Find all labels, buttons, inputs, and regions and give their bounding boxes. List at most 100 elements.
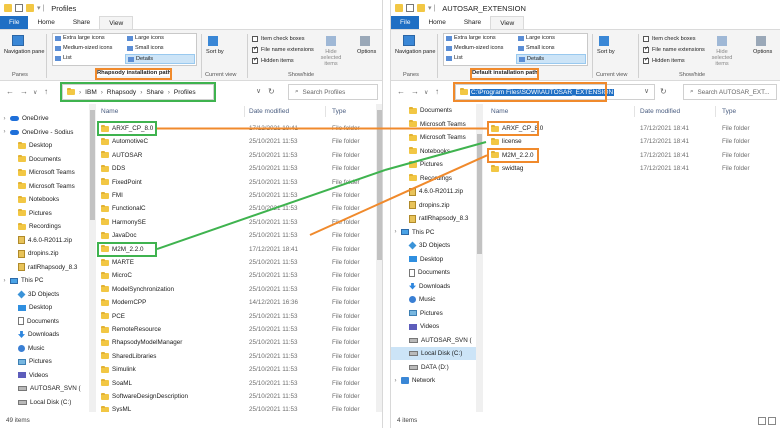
file-name[interactable]: license bbox=[491, 135, 522, 148]
layout-details[interactable]: Details bbox=[125, 54, 195, 64]
sort-by-icon[interactable] bbox=[599, 36, 609, 46]
nav-item[interactable]: › OneDrive - Sodius bbox=[0, 126, 88, 139]
nav-item[interactable]: Downloads bbox=[391, 280, 479, 293]
nav-item[interactable]: Microsoft Teams bbox=[0, 166, 88, 179]
nav-item[interactable]: Videos bbox=[391, 320, 479, 333]
layout-list[interactable]: List bbox=[55, 55, 72, 61]
tab-file[interactable]: File bbox=[0, 16, 29, 29]
nav-item[interactable]: Pictures bbox=[0, 355, 88, 368]
up-arrow-icon[interactable]: ↑ bbox=[44, 87, 48, 96]
nav-item[interactable]: dropins.zip bbox=[0, 247, 88, 260]
back-arrow-icon[interactable]: ← bbox=[397, 87, 405, 96]
large-icons-view-icon[interactable] bbox=[768, 417, 776, 425]
hidden-items-toggle[interactable]: Hidden items bbox=[252, 56, 294, 64]
layout-large-icons[interactable]: Large icons bbox=[127, 35, 164, 41]
nav-scroll-thumb[interactable] bbox=[90, 110, 95, 220]
nav-item[interactable]: Music bbox=[391, 293, 479, 306]
file-name-extensions-toggle[interactable]: File name extensions bbox=[643, 45, 705, 53]
checkbox[interactable] bbox=[643, 36, 649, 42]
file-row[interactable]: ModelSynchronization 25/10/2021 11:53 File… bbox=[97, 283, 377, 296]
file-name[interactable]: FunctionalC bbox=[101, 202, 146, 215]
refresh-icon[interactable]: ↻ bbox=[268, 87, 275, 96]
expand-chevron-icon[interactable]: › bbox=[2, 129, 7, 135]
file-name[interactable]: MARTE bbox=[101, 256, 134, 269]
nav-item[interactable]: Documents bbox=[391, 266, 479, 279]
layout-medium-icons[interactable]: Medium-sized icons bbox=[446, 45, 503, 51]
item-check-boxes-toggle[interactable]: Item check boxes bbox=[643, 36, 696, 42]
file-name[interactable]: Simulink bbox=[101, 363, 136, 376]
nav-item[interactable]: › This PC bbox=[391, 226, 479, 239]
file-name[interactable]: FixedPoint bbox=[101, 176, 142, 189]
navigation-pane-icon[interactable] bbox=[12, 35, 24, 46]
file-row[interactable]: MARTE 25/10/2021 11:53 File folder bbox=[97, 256, 377, 269]
layout-details[interactable]: Details bbox=[516, 54, 586, 64]
file-row[interactable]: RemoteResource 25/10/2021 11:53 File folde… bbox=[97, 323, 377, 336]
layout-large-icons[interactable]: Large icons bbox=[518, 35, 555, 41]
nav-item[interactable]: Microsoft Teams bbox=[391, 118, 479, 131]
nav-item[interactable]: Recordings bbox=[391, 172, 479, 185]
nav-item[interactable]: Music bbox=[0, 342, 88, 355]
file-row[interactable]: SoftwareDesignDescription 25/10/2021 11:5… bbox=[97, 390, 377, 403]
file-row[interactable]: SoaML 25/10/2021 11:53 File folder bbox=[97, 377, 377, 390]
nav-item[interactable]: Local Disk (C:) bbox=[391, 347, 479, 360]
hidden-items-toggle[interactable]: Hidden items bbox=[643, 56, 685, 64]
item-check-boxes-toggle[interactable]: Item check boxes bbox=[252, 36, 305, 42]
new-folder-icon[interactable] bbox=[417, 4, 425, 12]
nav-item[interactable]: Pictures bbox=[391, 158, 479, 171]
file-row[interactable]: M2M_2.2.0 17/12/2021 18:41 File folder bbox=[487, 147, 777, 163]
nav-item[interactable]: Documents bbox=[391, 104, 479, 117]
layout-extra-large-icons[interactable]: Extra large icons bbox=[55, 35, 105, 41]
file-row[interactable]: SysML 25/10/2021 11:53 File folder bbox=[97, 403, 377, 412]
hide-selected-icon[interactable] bbox=[326, 36, 336, 46]
up-arrow-icon[interactable]: ↑ bbox=[435, 87, 439, 96]
file-name[interactable]: PCE bbox=[101, 310, 125, 323]
file-row[interactable]: FunctionalC 25/10/2021 11:53 File folder bbox=[97, 202, 377, 215]
nav-item[interactable]: DATA (D:) bbox=[391, 361, 479, 374]
file-name-extensions-toggle[interactable]: File name extensions bbox=[252, 45, 314, 53]
navigation-pane-icon[interactable] bbox=[403, 35, 415, 46]
expand-chevron-icon[interactable]: › bbox=[2, 278, 7, 284]
nav-item[interactable]: AUTOSAR_SVN ( bbox=[0, 382, 88, 395]
checkbox[interactable] bbox=[252, 45, 258, 53]
column-header-type[interactable]: Type bbox=[722, 108, 736, 115]
nav-item[interactable]: Recordings bbox=[0, 220, 88, 233]
checkbox[interactable] bbox=[252, 56, 258, 64]
file-row[interactable]: SharedLibraries 25/10/2021 11:53 File fold… bbox=[97, 350, 377, 363]
quick-access-dropdown-icon[interactable]: ▾ | bbox=[428, 4, 435, 12]
nav-item[interactable]: › OneDrive bbox=[0, 112, 88, 125]
details-view-icon[interactable] bbox=[758, 417, 766, 425]
nav-item[interactable]: Microsoft Teams bbox=[0, 180, 88, 193]
file-row[interactable]: M2M_2.2.0 17/12/2021 18:41 File folder bbox=[97, 241, 377, 257]
search-box[interactable]: ⌕ Search AUTOSAR_EXT... bbox=[683, 84, 777, 100]
file-row[interactable]: MicroC 25/10/2021 11:53 File folder bbox=[97, 269, 377, 282]
options-icon[interactable] bbox=[360, 36, 370, 46]
file-row[interactable]: AUTOSAR 25/10/2021 11:53 File folder bbox=[97, 149, 377, 162]
file-row[interactable]: DDS 25/10/2021 11:53 File folder bbox=[97, 162, 377, 175]
nav-item[interactable]: Documents bbox=[0, 315, 88, 328]
layout-small-icons[interactable]: Small icons bbox=[518, 45, 555, 51]
properties-icon[interactable] bbox=[406, 4, 414, 12]
forward-arrow-icon[interactable]: → bbox=[411, 87, 419, 96]
file-row[interactable]: AutomotiveC 25/10/2021 11:53 File folder bbox=[97, 135, 377, 148]
nav-item[interactable]: 3D Objects bbox=[0, 288, 88, 301]
nav-item[interactable]: Documents bbox=[0, 153, 88, 166]
nav-item[interactable]: Desktop bbox=[0, 301, 88, 314]
file-row[interactable]: license 17/12/2021 18:41 File folder bbox=[487, 135, 777, 148]
nav-item[interactable]: 3D Objects bbox=[391, 239, 479, 252]
column-header-name[interactable]: Name bbox=[101, 108, 118, 115]
file-name[interactable]: ModernCPP bbox=[101, 296, 146, 309]
file-name[interactable]: ModelSynchronization bbox=[101, 283, 174, 296]
file-name[interactable]: SoftwareDesignDescription bbox=[101, 390, 188, 403]
file-name[interactable]: FMI bbox=[101, 189, 123, 202]
file-name[interactable]: RhapsodyModelManager bbox=[101, 336, 182, 349]
file-name[interactable]: SysML bbox=[101, 403, 131, 412]
recent-dropdown-icon[interactable]: ∨ bbox=[424, 89, 428, 96]
options-button[interactable]: Options bbox=[753, 49, 772, 55]
address-dropdown-icon[interactable]: ∨ bbox=[256, 87, 261, 95]
nav-item[interactable]: › This PC bbox=[0, 274, 88, 287]
column-header-date[interactable]: Date modified bbox=[640, 108, 680, 115]
expand-chevron-icon[interactable]: › bbox=[393, 378, 398, 384]
options-icon[interactable] bbox=[756, 36, 766, 46]
sort-by-icon[interactable] bbox=[208, 36, 218, 46]
hide-selected-button[interactable]: Hide selected items bbox=[316, 49, 346, 67]
